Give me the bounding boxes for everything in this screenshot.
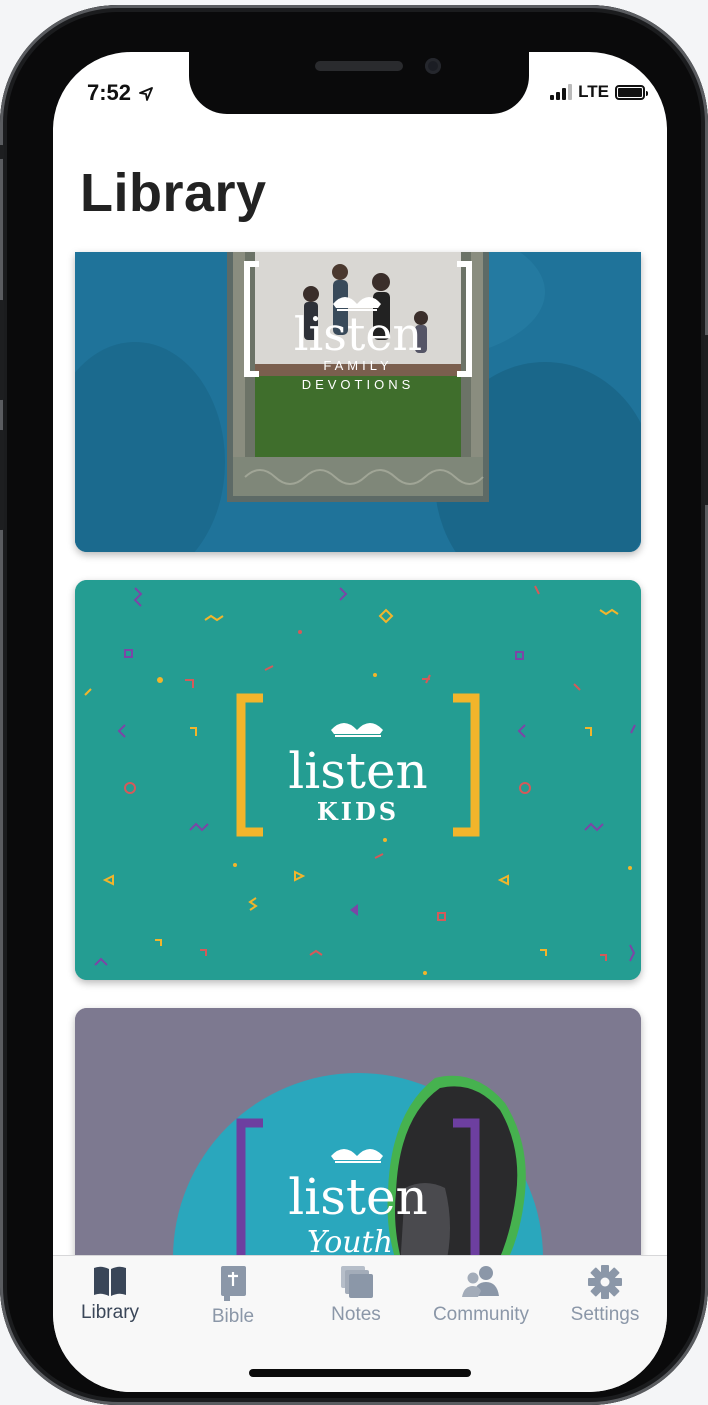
card1-subtitle-line2: DEVOTIONS — [302, 377, 415, 392]
card2-listen-title: listen — [288, 742, 428, 800]
library-card-family-devotions[interactable]: listen FAMILY DEVOTIONS — [75, 252, 641, 552]
page-title: Library — [80, 163, 267, 223]
phone-power-button — [704, 335, 708, 505]
tab-library-label: Library — [80, 1302, 140, 1323]
library-card-kids[interactable]: listen KIDS — [75, 580, 641, 980]
status-indicators: LTE — [550, 82, 648, 102]
tab-community[interactable]: Community — [421, 1264, 541, 1326]
location-arrow-icon — [139, 87, 154, 102]
card3-listen-title: listen — [288, 1168, 428, 1226]
phone-side-button — [0, 145, 4, 159]
kids-artwork: listen KIDS — [75, 580, 641, 980]
library-card-youth[interactable]: listen Youth — [75, 1008, 641, 1268]
status-time-text: 7:52 — [87, 80, 132, 105]
tab-notes-label: Notes — [331, 1304, 381, 1325]
youth-artwork: listen Youth — [75, 1008, 641, 1268]
tab-bible-label: Bible — [211, 1306, 255, 1327]
device-notch — [189, 52, 529, 114]
book-open-icon — [94, 1266, 126, 1296]
tab-notes[interactable]: Notes — [296, 1264, 416, 1326]
home-indicator[interactable] — [249, 1369, 471, 1377]
network-type: LTE — [578, 82, 609, 101]
tab-library[interactable]: Library — [53, 1264, 170, 1324]
people-icon — [462, 1266, 499, 1297]
phone-volume-down-button — [0, 430, 4, 530]
tab-bible[interactable]: Bible — [173, 1264, 293, 1328]
status-time: 7:52 — [87, 80, 154, 106]
tab-community-label: Community — [432, 1304, 530, 1325]
family-devotions-artwork: listen FAMILY DEVOTIONS — [75, 252, 641, 552]
bible-icon — [221, 1266, 246, 1301]
phone-frame: 7:52 LTE Library listen FAMILY DEVOTIONS… — [0, 5, 708, 1405]
tab-settings-label: Settings — [570, 1304, 640, 1325]
card2-subtitle: KIDS — [317, 797, 399, 826]
gear-icon — [588, 1265, 622, 1299]
cellular-signal-icon — [550, 84, 573, 100]
card1-subtitle-line1: FAMILY — [323, 358, 392, 373]
app-screen: 7:52 LTE Library listen FAMILY DEVOTIONS… — [53, 52, 667, 1392]
battery-icon — [615, 84, 648, 100]
card1-listen-title: listen — [294, 307, 422, 361]
notes-stack-icon — [341, 1266, 373, 1298]
front-camera — [425, 58, 441, 74]
phone-volume-up-button — [0, 300, 4, 400]
earpiece-speaker — [315, 61, 403, 71]
tab-settings[interactable]: Settings — [545, 1264, 665, 1326]
